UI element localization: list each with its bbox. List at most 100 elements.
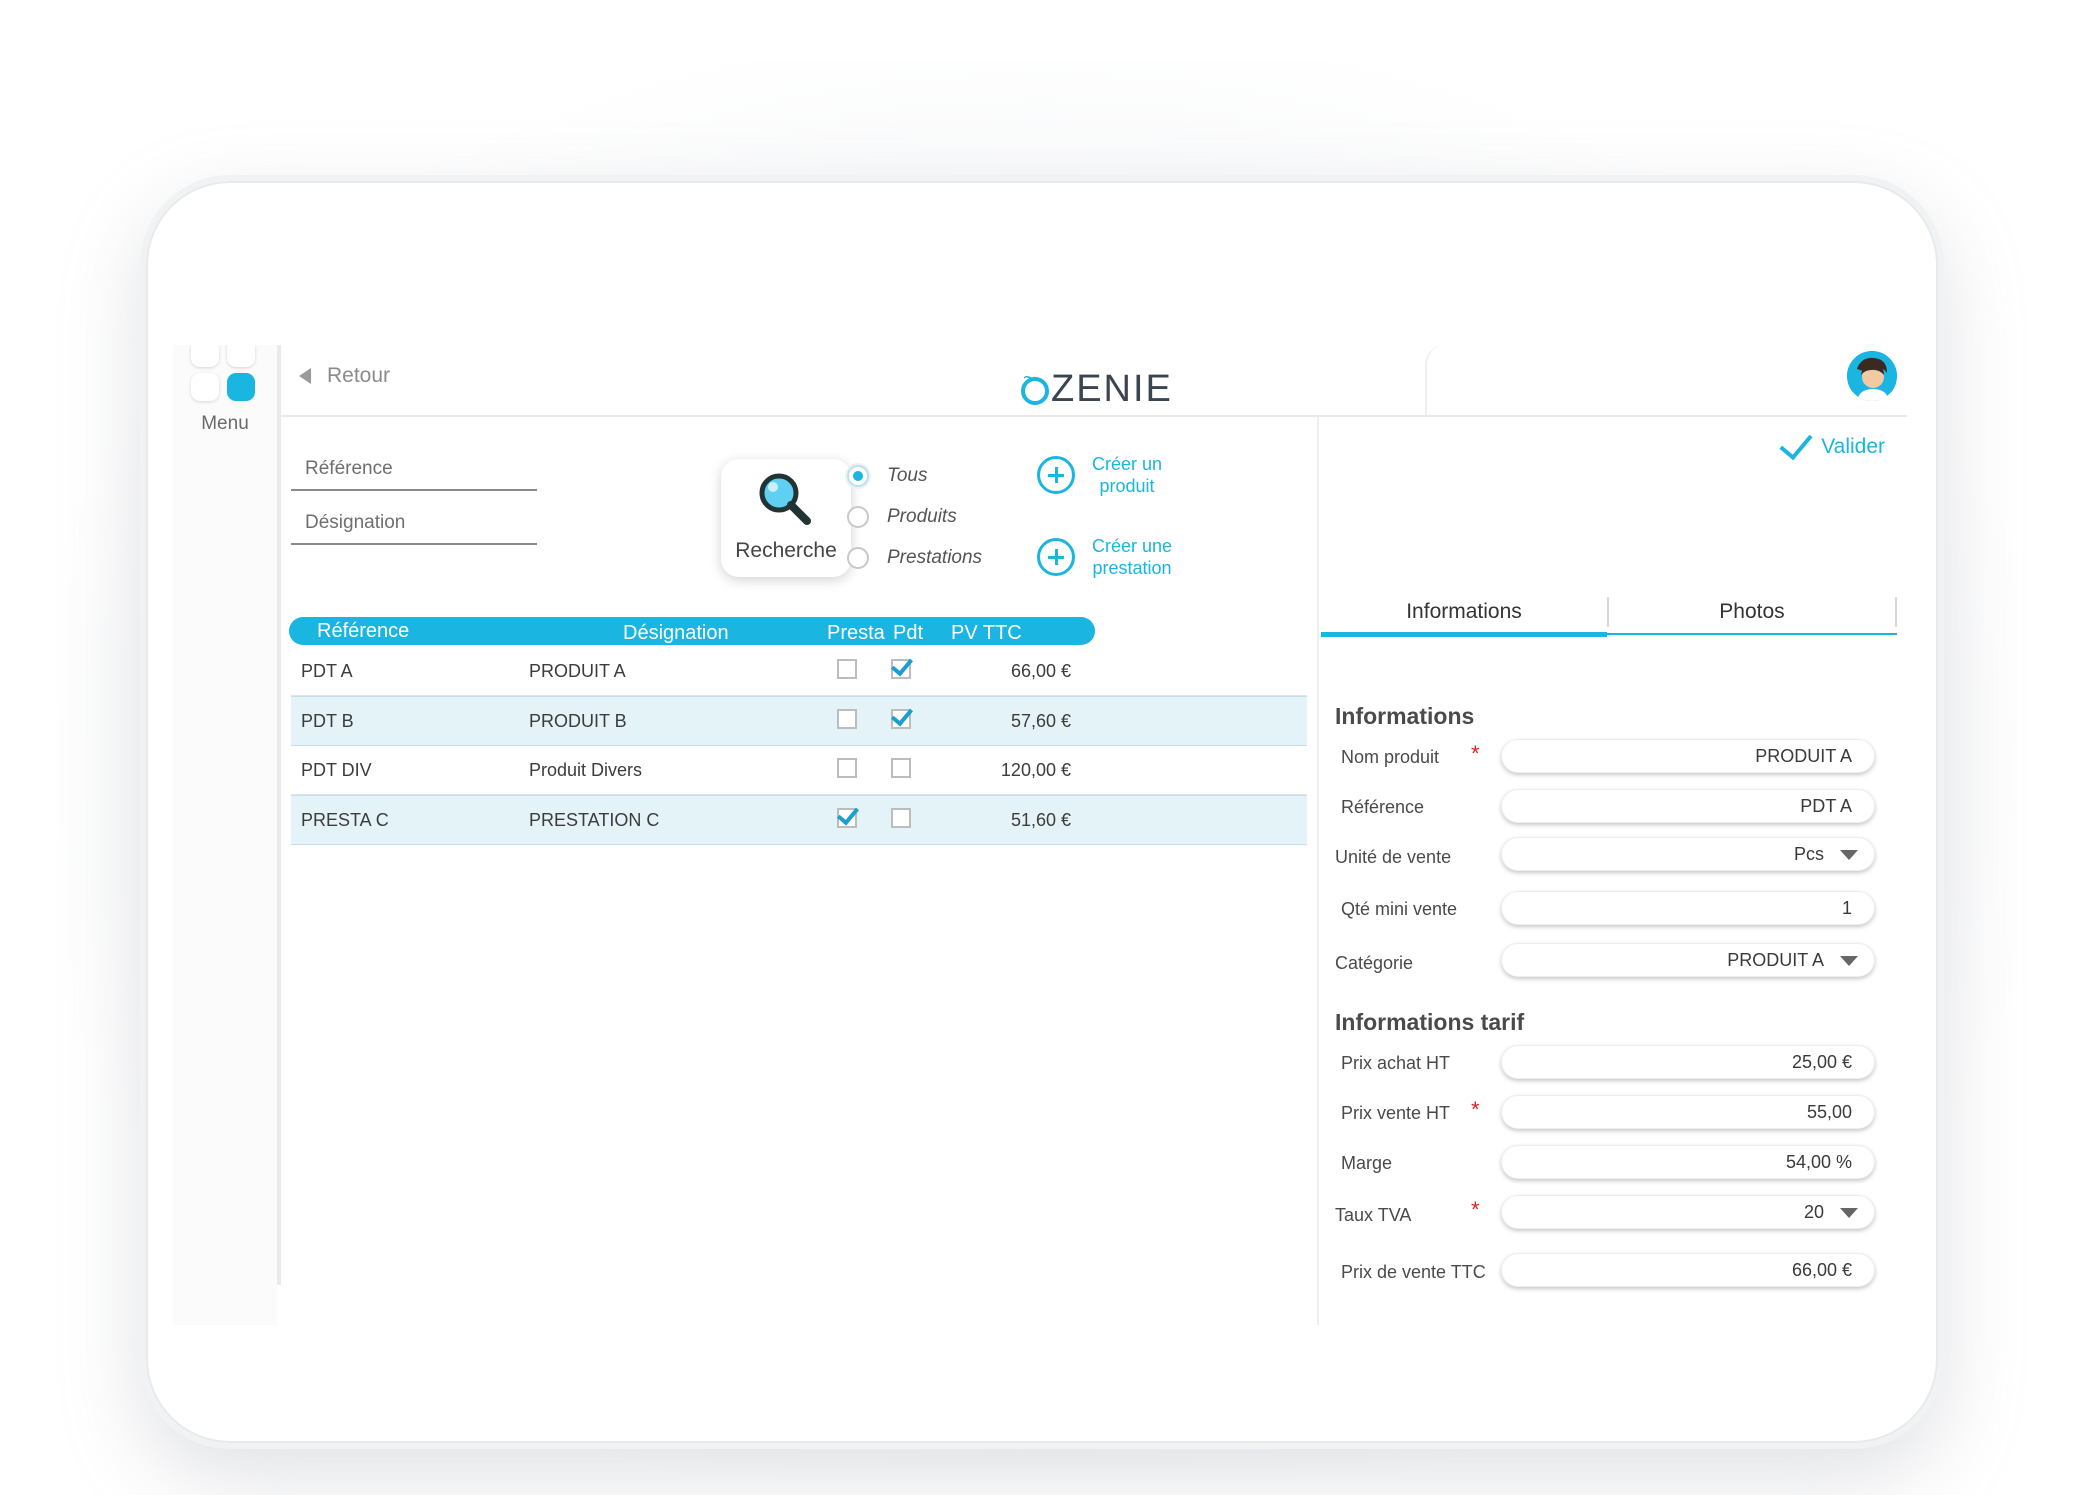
field-label-reference: Référence <box>1341 797 1425 817</box>
prix-vente-ttc-input[interactable]: 66,00 € <box>1501 1253 1875 1287</box>
plus-circle-icon <box>1037 538 1075 576</box>
detail-tabs: Informations Photos <box>1321 597 1897 637</box>
chevron-down-icon <box>1840 850 1858 860</box>
reference-field <box>291 449 537 491</box>
reference-search-input[interactable] <box>291 449 537 489</box>
column-header-designation[interactable]: Désignation <box>623 622 729 645</box>
qte-mini-input[interactable]: 1 <box>1501 891 1875 925</box>
cell-pv-ttc: 66,00 € <box>1010 661 1071 681</box>
cell-reference: PDT A <box>301 661 353 681</box>
filter-option-tous[interactable]: Tous <box>847 461 928 491</box>
unite-vente-select[interactable]: Pcs <box>1501 837 1875 871</box>
product-detail-panel: Valider Informations Photos Informations… <box>1317 417 1907 1325</box>
radio-icon <box>847 506 869 528</box>
designation-field <box>291 503 537 545</box>
cell-designation: PRODUIT A <box>529 661 626 681</box>
create-product-label: Créer un produit <box>1091 454 1163 496</box>
menu-grid-icon <box>191 373 219 401</box>
cell-designation: Produit Divers <box>529 760 643 780</box>
create-service-button[interactable]: Créer une prestation <box>1037 535 1177 579</box>
field-label-nom-produit: Nom produit <box>1341 747 1440 767</box>
cell-designation: PRESTATION C <box>529 810 660 830</box>
app-screen: Menu Retour ~ ZENIE Référence Désignatio… <box>173 345 1907 1325</box>
unite-vente-value: Pcs <box>1793 844 1824 864</box>
table-row[interactable]: PRESTA C PRESTATION C 51,60 € <box>291 795 1307 845</box>
user-avatar-icon[interactable] <box>1847 351 1897 401</box>
tab-divider <box>1895 597 1897 627</box>
chevron-down-icon <box>1840 956 1858 966</box>
filter-option-label: Prestations <box>887 547 983 568</box>
cell-reference: PRESTA C <box>301 810 389 830</box>
field-label-prix-vente-ttc: Prix de vente TTC <box>1341 1262 1486 1282</box>
field-label-categorie: Catégorie <box>1335 953 1414 973</box>
marge-input[interactable]: 54,00 % <box>1501 1145 1875 1179</box>
search-button[interactable]: Recherche <box>721 459 851 577</box>
required-mark: * <box>1471 1197 1480 1222</box>
prix-vente-ht-input[interactable]: 55,00 <box>1501 1095 1875 1129</box>
section-title-tarif: Informations tarif <box>1335 1009 1525 1035</box>
categorie-value: PRODUIT A <box>1727 950 1824 970</box>
menu-label: Menu <box>201 413 249 434</box>
app-logo: ~ ZENIE <box>1021 353 1173 409</box>
search-button-label: Recherche <box>735 539 837 562</box>
cell-reference: PDT DIV <box>301 760 372 780</box>
pdt-checkbox[interactable] <box>891 758 911 778</box>
presta-checkbox[interactable] <box>837 659 857 679</box>
prix-achat-input[interactable]: 25,00 € <box>1501 1045 1875 1079</box>
taux-tva-select[interactable]: 20 <box>1501 1195 1875 1229</box>
pdt-checkbox[interactable] <box>891 709 911 729</box>
pdt-checkbox[interactable] <box>891 808 911 828</box>
required-mark: * <box>1471 1097 1480 1122</box>
table-row[interactable]: PDT DIV Produit Divers 120,00 € <box>291 746 1307 796</box>
cell-pv-ttc: 120,00 € <box>1000 760 1071 780</box>
cell-pv-ttc: 57,60 € <box>1010 711 1071 731</box>
plus-circle-icon <box>1037 456 1075 494</box>
pdt-checkbox[interactable] <box>891 659 911 679</box>
chevron-down-icon <box>1840 1208 1858 1218</box>
table-row[interactable]: PDT B PRODUIT B 57,60 € <box>291 696 1307 746</box>
table-row[interactable]: PDT A PRODUIT A 66,00 € <box>291 647 1307 697</box>
results-table-header: Référence Désignation Presta Pdt PV TTC <box>289 617 1095 645</box>
designation-search-input[interactable] <box>291 503 537 543</box>
field-label-taux-tva: Taux TVA <box>1335 1205 1412 1225</box>
menu-rail: Menu <box>173 345 277 1325</box>
column-header-reference[interactable]: Référence <box>317 620 409 643</box>
menu-grid-icon <box>227 373 255 401</box>
categorie-select[interactable]: PRODUIT A <box>1501 943 1875 977</box>
required-mark: * <box>1471 741 1480 766</box>
right-header <box>1425 345 1907 415</box>
column-header-pv-ttc[interactable]: PV TTC <box>951 622 1022 645</box>
presta-checkbox[interactable] <box>837 709 857 729</box>
field-label-marge: Marge <box>1341 1153 1393 1173</box>
check-icon <box>1779 425 1813 461</box>
create-product-button[interactable]: Créer un produit <box>1037 453 1167 497</box>
tab-informations[interactable]: Informations <box>1321 597 1607 637</box>
back-button[interactable]: Retour <box>299 361 390 391</box>
filter-option-prestations[interactable]: Prestations <box>847 543 982 573</box>
column-header-presta[interactable]: Presta <box>827 622 885 645</box>
nom-produit-input[interactable]: PRODUIT A <box>1501 739 1875 773</box>
app-header: Retour ~ ZENIE <box>281 345 1907 417</box>
filter-option-produits[interactable]: Produits <box>847 502 957 532</box>
section-title-informations: Informations <box>1335 703 1475 729</box>
menu-grid-icon <box>191 345 219 367</box>
presta-checkbox[interactable] <box>837 808 857 828</box>
magnifier-icon <box>759 473 811 525</box>
back-label: Retour <box>327 364 391 387</box>
menu-button[interactable]: Menu <box>189 345 261 435</box>
field-label-unite-vente: Unité de vente <box>1335 847 1452 867</box>
logo-o-icon: ~ <box>1021 367 1049 405</box>
column-header-pdt[interactable]: Pdt <box>893 622 923 645</box>
cell-designation: PRODUIT B <box>529 711 627 731</box>
radio-icon <box>847 547 869 569</box>
cell-reference: PDT B <box>301 711 354 731</box>
radio-icon <box>847 465 869 487</box>
filter-option-label: Produits <box>887 506 957 527</box>
tab-photos[interactable]: Photos <box>1609 597 1895 633</box>
cell-pv-ttc: 51,60 € <box>1010 810 1071 830</box>
validate-button[interactable]: Valider <box>1779 425 1885 461</box>
field-label-qte-mini: Qté mini vente <box>1341 899 1458 919</box>
menu-grid-icon <box>227 345 255 367</box>
reference-input[interactable]: PDT A <box>1501 789 1875 823</box>
presta-checkbox[interactable] <box>837 758 857 778</box>
